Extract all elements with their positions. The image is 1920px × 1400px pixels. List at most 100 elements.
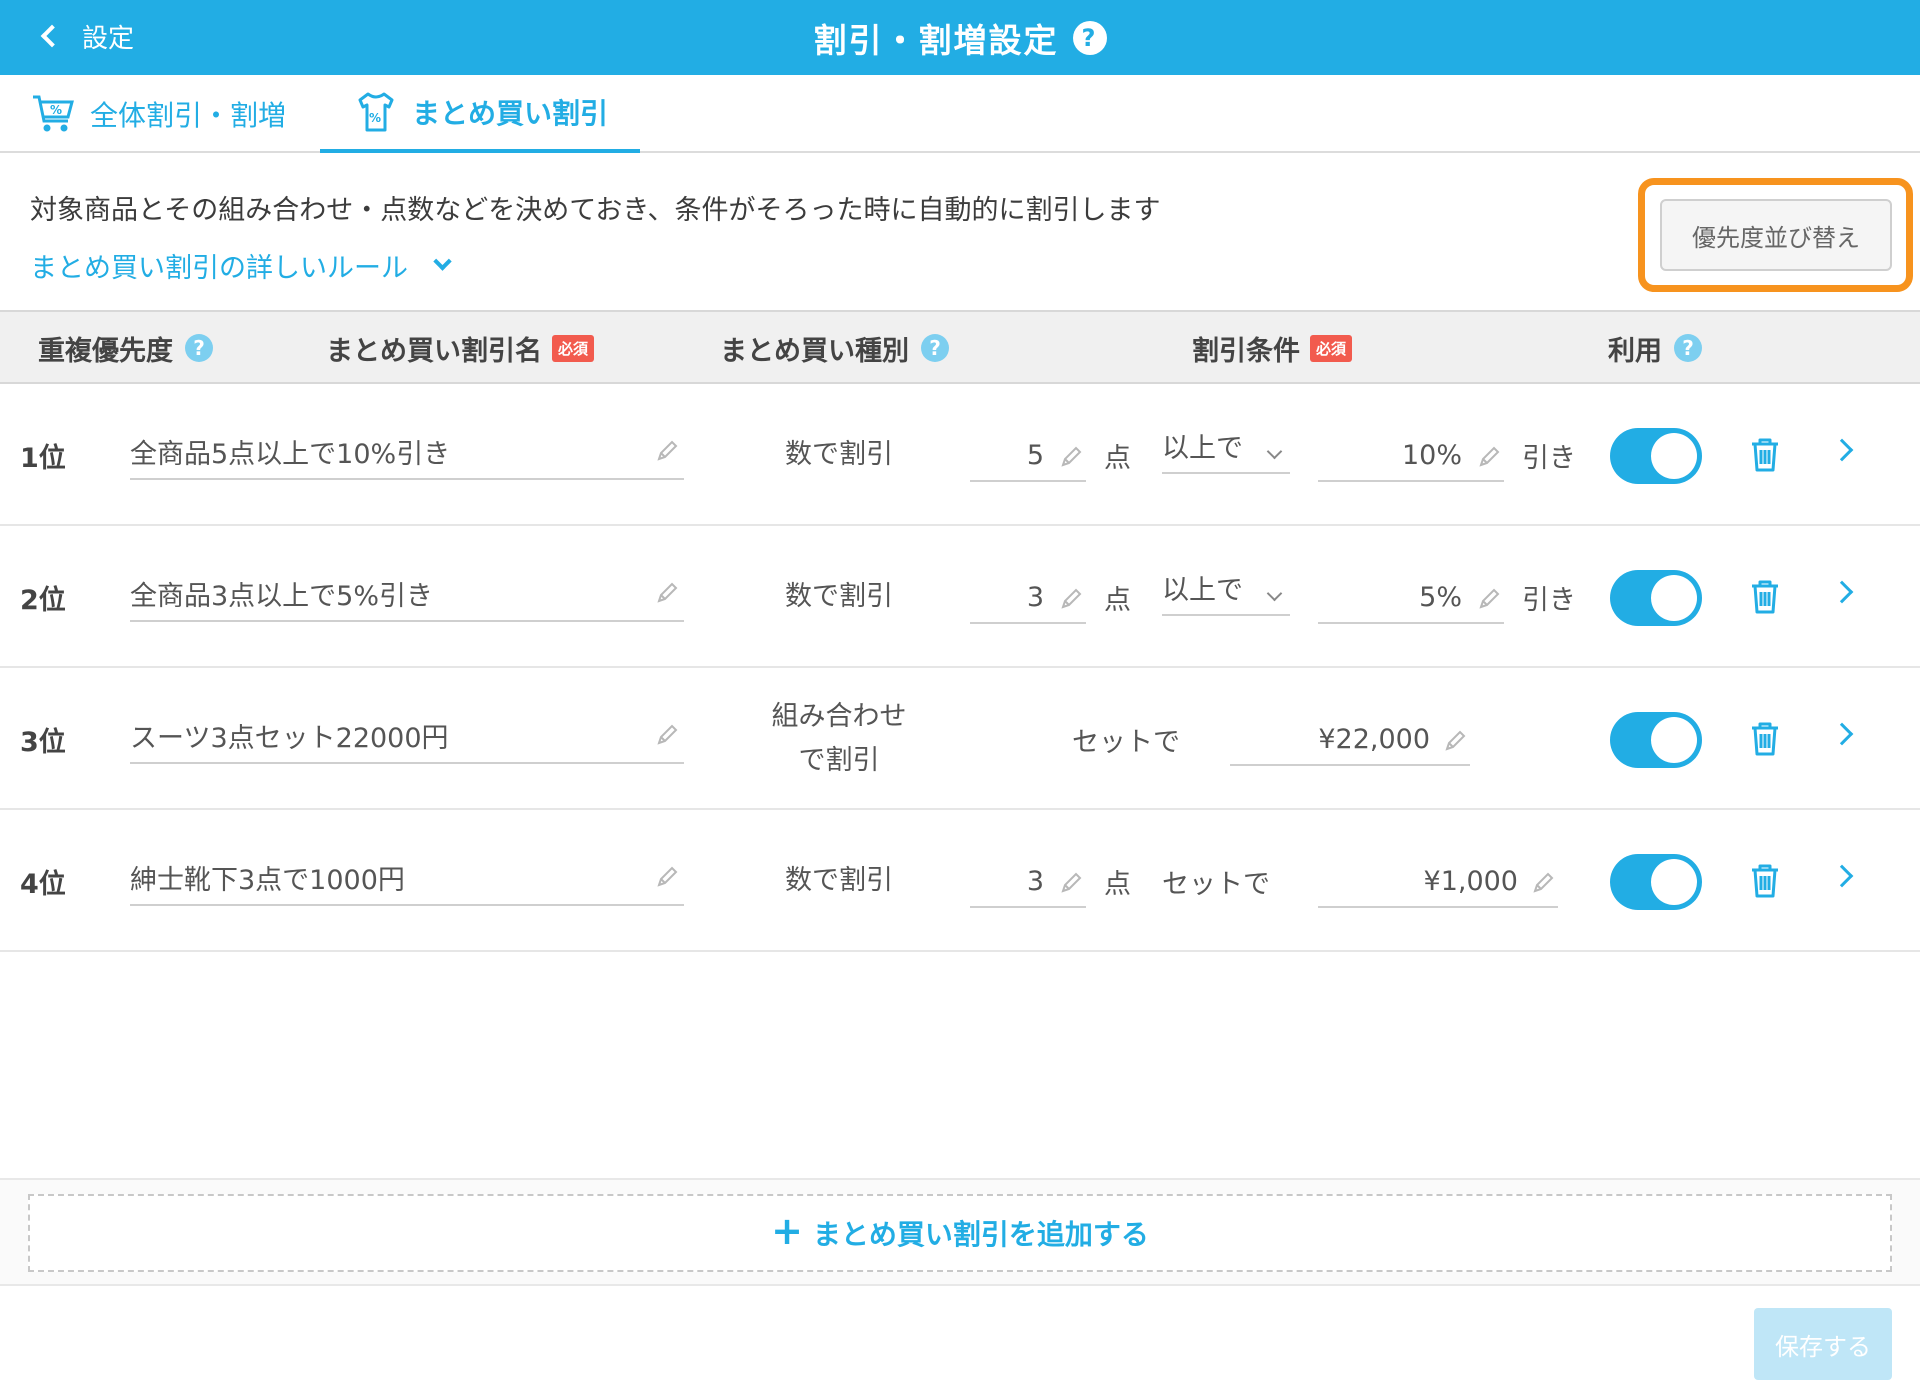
rules-link-label: まとめ買い割引の詳しいルール	[30, 253, 408, 284]
discount-value-field[interactable]: 10%	[1318, 432, 1504, 482]
table-header: 重複優先度 ? まとめ買い割引名 必須 まとめ買い種別 ? 割引条件 必須 利用…	[0, 310, 1920, 384]
page-title: 割引・割増設定	[813, 20, 1059, 60]
rules-link[interactable]: まとめ買い割引の詳しいルール	[30, 246, 452, 285]
trash-icon[interactable]	[1748, 720, 1782, 758]
chevron-right-icon[interactable]	[1830, 864, 1854, 888]
chevron-down-icon	[1266, 585, 1283, 602]
toggle-knob	[1651, 859, 1697, 905]
discount-name-field[interactable]: スーツ3点セット22000円	[130, 708, 684, 764]
quantity-value: 5	[1026, 440, 1044, 471]
trash-icon[interactable]	[1748, 578, 1782, 616]
help-icon[interactable]: ?	[1674, 334, 1702, 362]
discount-type-line: で割引	[798, 745, 880, 776]
tab-bulk-discount[interactable]: % まとめ買い割引	[320, 75, 640, 153]
toggle-knob	[1651, 433, 1697, 479]
svg-text:%: %	[369, 111, 381, 125]
trash-icon[interactable]	[1748, 436, 1782, 474]
discount-type: 数で割引	[785, 581, 893, 612]
discount-name-value: 全商品3点以上で5%引き	[130, 581, 434, 612]
page-title-wrap: 割引・割増設定 ?	[0, 0, 1920, 75]
pencil-icon	[1445, 730, 1466, 751]
discount-value-field[interactable]: ¥1,000	[1318, 858, 1558, 908]
quantity-value: 3	[1026, 582, 1044, 613]
pencil-icon	[1479, 446, 1500, 467]
add-bulk-discount-button[interactable]: + まとめ買い割引を追加する	[28, 1194, 1892, 1272]
header-use: 利用 ?	[1608, 312, 1702, 384]
pencil-icon	[1061, 872, 1082, 893]
rank-label: 2位	[20, 584, 66, 616]
header-condition-label: 割引条件	[1192, 335, 1300, 367]
discount-value: 10%	[1401, 440, 1462, 471]
pencil-icon	[657, 582, 678, 603]
save-button[interactable]: 保存する	[1754, 1308, 1892, 1380]
help-icon[interactable]: ?	[921, 334, 949, 362]
table-row: 3位 スーツ3点セット22000円 組み合わせ で割引 セットで ¥22,000	[0, 668, 1920, 810]
quantity-field[interactable]: 3	[970, 858, 1086, 908]
help-icon[interactable]: ?	[1072, 20, 1107, 55]
discount-value: ¥22,000	[1318, 724, 1430, 755]
use-toggle[interactable]	[1610, 854, 1702, 910]
tab-bar: % 全体割引・割増 % まとめ買い割引	[0, 75, 1920, 153]
discount-type-line: 組み合わせ	[771, 701, 907, 732]
use-toggle[interactable]	[1610, 428, 1702, 484]
discount-type: 組み合わせ で割引	[730, 668, 948, 810]
help-icon[interactable]: ?	[185, 334, 213, 362]
discount-name-field[interactable]: 紳士靴下3点で1000円	[130, 850, 684, 906]
quantity-field[interactable]: 3	[970, 574, 1086, 624]
discount-name-value: 全商品5点以上で10%引き	[130, 439, 451, 470]
header-priority-label: 重複優先度	[38, 335, 173, 367]
sort-priority-button[interactable]: 優先度並び替え	[1660, 199, 1892, 271]
header-use-label: 利用	[1608, 335, 1662, 367]
discount-name-field[interactable]: 全商品5点以上で10%引き	[130, 424, 684, 480]
chevron-down-icon	[433, 252, 452, 271]
pencil-icon	[657, 866, 678, 887]
required-badge: 必須	[552, 334, 595, 362]
quantity-field[interactable]: 5	[970, 432, 1086, 482]
pencil-icon	[1061, 446, 1082, 467]
quantity-unit: 点	[1104, 442, 1131, 474]
tab-label: まとめ買い割引	[412, 97, 609, 130]
header-type: まとめ買い種別 ?	[720, 312, 949, 384]
required-badge: 必須	[1310, 334, 1353, 362]
chevron-right-icon[interactable]	[1830, 438, 1854, 462]
chevron-right-icon[interactable]	[1830, 580, 1854, 604]
plus-icon: +	[771, 1209, 803, 1253]
toggle-knob	[1651, 575, 1697, 621]
add-button-label: まとめ買い割引を追加する	[812, 1218, 1149, 1251]
condition-value: 以上で	[1162, 433, 1243, 464]
header-condition: 割引条件 必須	[1192, 312, 1353, 384]
condition-select[interactable]: 以上で	[1162, 566, 1290, 616]
use-toggle[interactable]	[1610, 712, 1702, 768]
chevron-right-icon[interactable]	[1830, 722, 1854, 746]
svg-text:%: %	[50, 103, 62, 117]
discount-value: ¥1,000	[1423, 866, 1518, 897]
header-name: まとめ買い割引名 必須	[326, 312, 595, 384]
discount-value-field[interactable]: 5%	[1318, 574, 1504, 624]
discount-value-field[interactable]: ¥22,000	[1230, 716, 1470, 766]
rank-label: 3位	[20, 726, 66, 758]
discount-name-value: スーツ3点セット22000円	[130, 723, 449, 754]
condition-text: セットで	[1072, 726, 1180, 758]
table-row: 4位 紳士靴下3点で1000円 数で割引 3 点 セットで ¥1,000	[0, 810, 1920, 952]
condition-select[interactable]: 以上で	[1162, 424, 1290, 474]
condition-text: セットで	[1162, 868, 1270, 900]
chevron-down-icon	[1266, 443, 1283, 460]
table-row: 2位 全商品3点以上で5%引き 数で割引 3 点 以上で 5% 引き	[0, 526, 1920, 668]
pencil-icon	[1533, 872, 1554, 893]
top-bar: 設定 割引・割増設定 ?	[0, 0, 1920, 75]
trash-icon[interactable]	[1748, 862, 1782, 900]
rank-label: 4位	[20, 868, 66, 900]
tab-overall-discount[interactable]: % 全体割引・割増	[30, 75, 286, 153]
use-toggle[interactable]	[1610, 570, 1702, 626]
discount-type: 数で割引	[785, 865, 893, 896]
description-text: 対象商品とその組み合わせ・点数などを決めておき、条件がそろった時に自動的に割引し…	[30, 195, 1161, 226]
header-name-label: まとめ買い割引名	[326, 335, 542, 367]
discount-value: 5%	[1419, 582, 1462, 613]
toggle-knob	[1651, 717, 1697, 763]
pencil-icon	[1061, 588, 1082, 609]
condition-value: 以上で	[1162, 575, 1243, 606]
pencil-icon	[657, 724, 678, 745]
discount-name-field[interactable]: 全商品3点以上で5%引き	[130, 566, 684, 622]
cart-percent-icon: %	[33, 95, 74, 132]
header-type-label: まとめ買い種別	[720, 335, 909, 367]
